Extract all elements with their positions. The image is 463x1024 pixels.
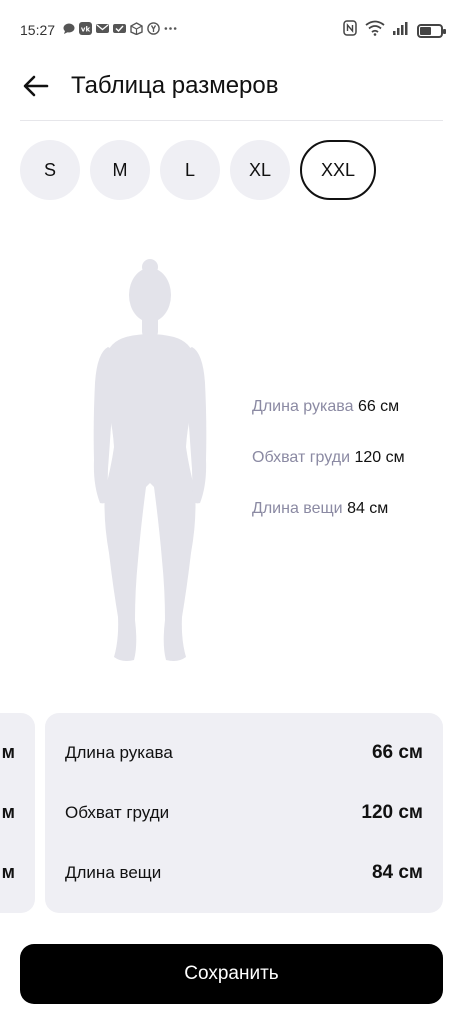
card-row-label: Длина вещи <box>65 863 162 882</box>
body-figure-illustration <box>70 255 240 665</box>
chat-bubble-icon <box>62 22 75 35</box>
save-button[interactable]: Сохранить <box>20 944 443 1004</box>
size-chip-s[interactable]: S <box>20 140 80 200</box>
card-row-value: 66 см <box>371 742 423 763</box>
measurement-name: Обхват груди <box>252 449 351 466</box>
card-row-value: 84 см <box>371 862 423 883</box>
card-value-fragment: м <box>1 862 15 882</box>
size-chip-l[interactable]: L <box>160 140 220 200</box>
figure-measurement-length: Длина вещи 84 см <box>252 500 405 551</box>
battery-icon <box>417 23 446 38</box>
svg-text:vk: vk <box>81 26 91 34</box>
measurement-name: Длина вещи <box>252 500 343 517</box>
header: Таблица размеров <box>0 60 463 122</box>
back-button[interactable] <box>18 68 54 104</box>
measurement-value: 66 см <box>357 398 400 415</box>
card-row-value: 120 см <box>361 802 423 823</box>
status-system-icons <box>343 20 446 41</box>
vk-icon: vk <box>79 22 92 35</box>
size-chip-xxl[interactable]: XXL <box>300 140 376 200</box>
status-time: 15:27 <box>20 22 56 38</box>
arrow-left-icon <box>23 75 49 97</box>
figure-measurement-chest: Обхват груди 120 см <box>252 449 405 500</box>
size-chip-xl[interactable]: XL <box>230 140 290 200</box>
status-bar: 15:27 vk <box>0 0 463 60</box>
figure-measurements: Длина рукава 66 см Обхват груди 120 см Д… <box>252 398 405 551</box>
more-dots-icon <box>164 22 177 35</box>
card-value-fragment: м <box>1 742 15 762</box>
mail-check-icon <box>113 22 126 35</box>
card-value-fragment: м <box>1 802 15 822</box>
page-title: Таблица размеров <box>71 72 279 99</box>
yandex-icon <box>147 22 160 35</box>
card-row-length: Длина вещи 84 см <box>65 858 423 888</box>
mail-icon <box>96 22 109 35</box>
size-card-previous[interactable]: м м м <box>0 713 35 913</box>
card-row-label: Длина рукава <box>65 743 173 762</box>
header-divider <box>20 120 443 121</box>
size-selector: S M L XL XXL <box>20 140 376 200</box>
card-row-chest: Обхват груди 120 см <box>65 798 423 828</box>
wifi-icon <box>365 20 385 41</box>
signal-icon <box>393 21 409 40</box>
figure-measurement-sleeve: Длина рукава 66 см <box>252 398 405 449</box>
measurement-name: Длина рукава <box>252 398 354 415</box>
battery-level-fill <box>420 26 431 35</box>
measurement-value: 84 см <box>347 500 389 517</box>
card-row-sleeve: Длина рукава 66 см <box>65 738 423 768</box>
nfc-icon <box>343 20 357 41</box>
size-chip-m[interactable]: M <box>90 140 150 200</box>
status-notification-icons: vk <box>62 22 177 35</box>
size-card-current[interactable]: Длина рукава 66 см Обхват груди 120 см Д… <box>45 713 443 913</box>
box-icon <box>130 22 143 35</box>
measurement-value: 120 см <box>354 449 405 466</box>
card-row-label: Обхват груди <box>65 803 170 822</box>
